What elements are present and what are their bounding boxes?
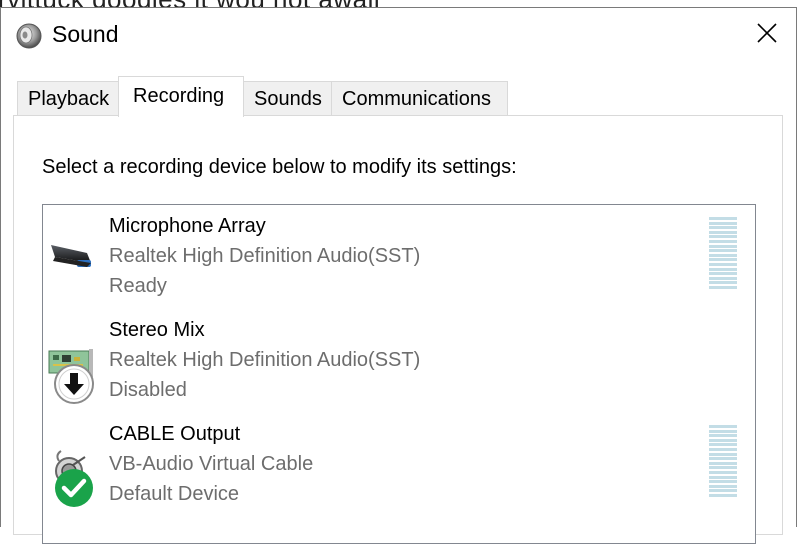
- device-list[interactable]: Microphone Array Realtek High Definition…: [42, 204, 756, 544]
- title-bar: Sound: [1, 8, 796, 60]
- device-cable-output[interactable]: CABLE Output VB-Audio Virtual Cable Defa…: [43, 413, 755, 517]
- device-stereo-mix[interactable]: Stereo Mix Realtek High Definition Audio…: [43, 309, 755, 413]
- device-status: Ready: [109, 275, 167, 297]
- microphone-array-icon: [51, 245, 91, 267]
- level-meter: [709, 425, 737, 505]
- device-microphone-array[interactable]: Microphone Array Realtek High Definition…: [43, 205, 755, 309]
- sound-dialog: Sound Playback Recording Sounds Communic…: [0, 7, 797, 544]
- device-status: Disabled: [109, 379, 187, 401]
- level-meter: [709, 217, 737, 297]
- instruction-text: Select a recording device below to modif…: [42, 156, 517, 178]
- tab-playback[interactable]: Playback: [17, 81, 119, 115]
- recording-panel: Select a recording device below to modif…: [13, 115, 783, 544]
- tab-sounds[interactable]: Sounds: [243, 81, 332, 115]
- device-name: Microphone Array: [109, 215, 266, 237]
- close-button[interactable]: [738, 8, 796, 58]
- speaker-icon: [16, 23, 42, 49]
- device-driver: Realtek High Definition Audio(SST): [109, 245, 421, 267]
- window-title: Sound: [52, 21, 119, 47]
- close-icon[interactable]: [756, 22, 778, 44]
- tab-recording[interactable]: Recording: [118, 76, 244, 117]
- device-driver: VB-Audio Virtual Cable: [109, 453, 314, 475]
- device-name: CABLE Output: [109, 423, 241, 445]
- tab-communications[interactable]: Communications: [331, 81, 508, 115]
- disabled-down-arrow-icon: [54, 364, 94, 404]
- device-name: Stereo Mix: [109, 319, 205, 341]
- default-checkmark-icon: [55, 469, 93, 507]
- device-driver: Realtek High Definition Audio(SST): [109, 349, 421, 371]
- device-status: Default Device: [109, 483, 240, 505]
